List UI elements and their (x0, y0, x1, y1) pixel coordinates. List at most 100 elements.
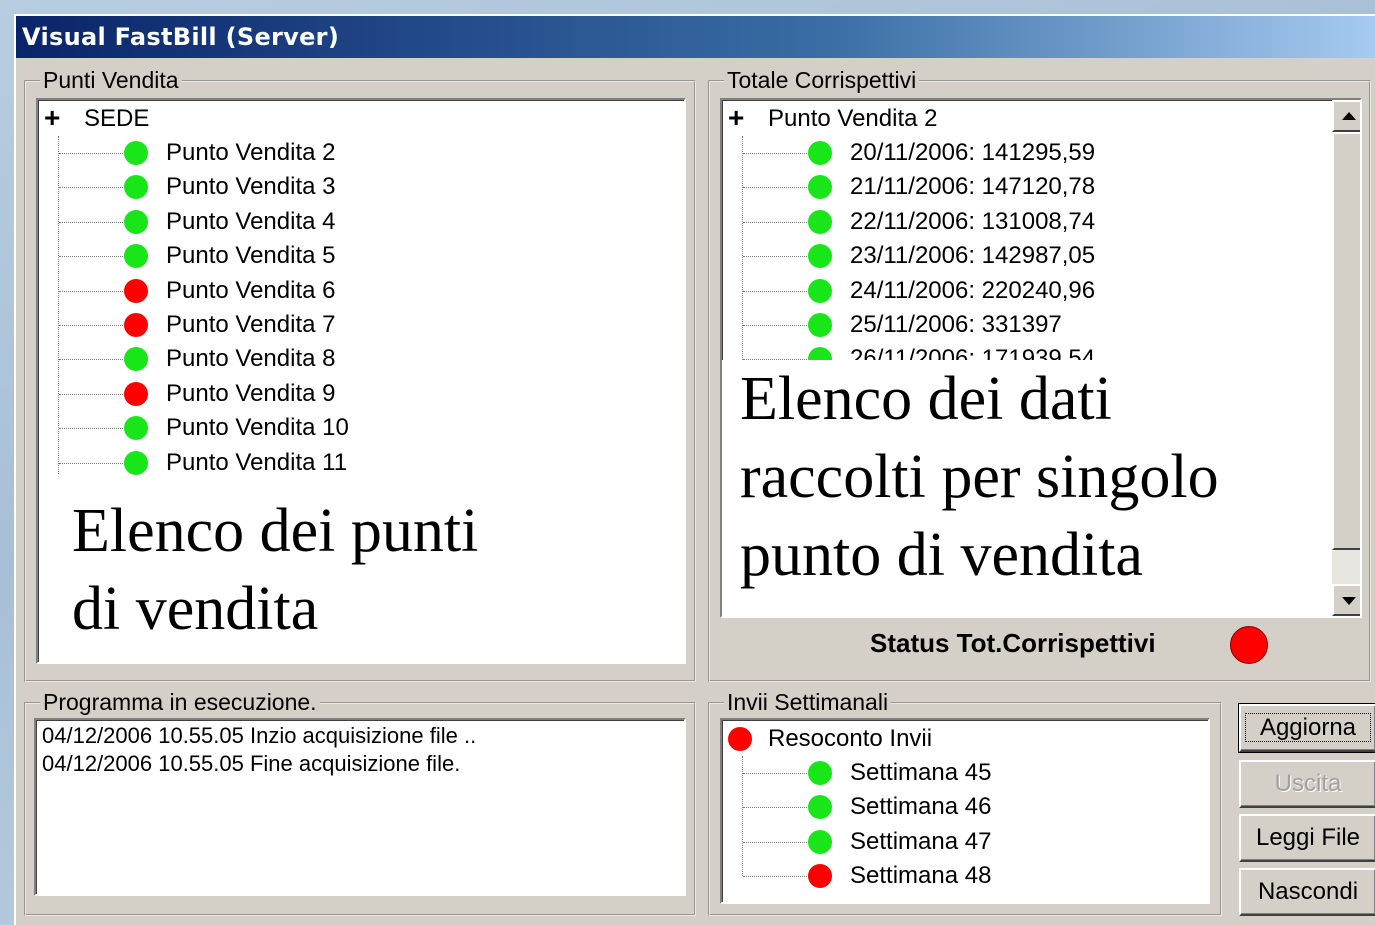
corrispettivo-label: 22/11/2006: 131008,74 (850, 207, 1096, 235)
punti-vendita-legend: Punti Vendita (40, 66, 182, 94)
punto-vendita-label: Punto Vendita 2 (166, 139, 336, 166)
punto-vendita-label: Punto Vendita 11 (166, 448, 348, 476)
settimana-label: Settimana 45 (850, 759, 992, 786)
tree-connector (743, 290, 807, 292)
nascondi-label: Nascondi (1257, 878, 1359, 905)
status-dot-icon (808, 313, 832, 337)
status-dot-icon (808, 761, 832, 785)
tree-root-label: SEDE (84, 105, 150, 132)
scroll-up-button[interactable] (1332, 100, 1360, 132)
caption-line: punto di vendita (740, 521, 1143, 589)
aggiorna-label: Aggiorna (1244, 713, 1372, 742)
corrispettivo-label: 23/11/2006: 142987,05 (850, 242, 1096, 270)
tree-connector (59, 393, 123, 395)
status-dot-icon (808, 795, 832, 820)
scroll-thumb[interactable] (1332, 132, 1360, 550)
status-dot-icon (124, 141, 148, 165)
tree-connector (743, 325, 807, 326)
programma-group: Programma in esecuzione. 04/12/2006 10.5… (24, 688, 696, 916)
tree-connector (59, 428, 123, 430)
totale-caption: Elenco dei dati raccolti per singolo pun… (722, 360, 1330, 616)
totale-corrispettivi-group: Totale Corrispettivi + Punto Vendita 2 2… (708, 66, 1371, 682)
log-line: 04/12/2006 10.55.05 Inzio acquisizione f… (42, 723, 477, 748)
tree-connector (59, 290, 123, 292)
status-dot-icon (808, 278, 832, 303)
totale-corrispettivi-legend: Totale Corrispettivi (724, 66, 920, 94)
punto-vendita-label: Punto Vendita 3 (166, 173, 336, 201)
tree-connector (59, 325, 123, 326)
tree-connector (59, 153, 123, 154)
uscita-button[interactable]: Uscita (1239, 760, 1375, 808)
tree-root-label: Resoconto Invii (768, 725, 933, 752)
status-dot-icon (124, 278, 148, 303)
tree-connector (743, 807, 807, 809)
status-dot-icon (124, 313, 148, 337)
punti-vendita-group: Punti Vendita + SEDE Punto Vendita 2 Punt… (24, 66, 696, 682)
invii-settimanali-group: Invii Settimanali Resoconto Invii Settim… (708, 688, 1222, 916)
status-dot-icon (808, 864, 832, 889)
punti-vendita-caption: Elenco dei punti di vendita (72, 492, 479, 648)
status-dot-icon (124, 381, 148, 406)
punto-vendita-label: Punto Vendita 7 (166, 311, 336, 338)
punto-vendita-label: Punto Vendita 4 (166, 207, 336, 235)
corrispettivo-label: 21/11/2006: 147120,78 (850, 173, 1096, 201)
scroll-down-button[interactable] (1332, 584, 1360, 616)
status-dot-icon (808, 209, 832, 234)
main-window: Visual FastBill (Server) Punti Vendita +… (14, 14, 1375, 925)
status-tot-corrispettivi-label: Status Tot.Corrispettivi (870, 628, 1156, 658)
settimana-label: Settimana 46 (850, 793, 992, 821)
invii-tree[interactable]: Resoconto Invii Settimana 45 Settimana 46… (720, 718, 1210, 904)
caption-line: raccolti per singolo (740, 443, 1219, 511)
arrow-down-icon (1342, 597, 1356, 605)
status-dot-icon (728, 727, 752, 751)
tree-connector (743, 187, 807, 189)
tree-connector (59, 256, 123, 258)
tree-connector (742, 756, 743, 876)
corrispettivo-label: 20/11/2006: 141295,59 (850, 139, 1096, 166)
log-textarea[interactable]: 04/12/2006 10.55.05 Inzio acquisizione f… (34, 718, 686, 896)
expand-plus-icon[interactable]: + (44, 102, 60, 134)
corrispettivo-label: 24/11/2006: 220240,96 (850, 276, 1096, 304)
totale-corrispettivi-tree[interactable]: + Punto Vendita 2 20/11/2006: 141295,59 2… (720, 98, 1362, 618)
status-dot-icon (124, 416, 148, 441)
punto-vendita-label: Punto Vendita 6 (166, 276, 336, 304)
status-dot-icon (124, 244, 148, 269)
corrispettivo-label: 25/11/2006: 331397 (850, 311, 1062, 338)
tree-connector (59, 187, 123, 189)
tree-connector (742, 136, 743, 366)
tree-connector (743, 256, 807, 258)
aggiorna-button[interactable]: Aggiorna (1238, 703, 1375, 753)
status-dot-icon (124, 450, 148, 475)
tree-connector (59, 221, 123, 223)
vertical-scrollbar[interactable] (1332, 100, 1360, 616)
tree-connector (743, 773, 807, 774)
punto-vendita-label: Punto Vendita 10 (166, 414, 349, 442)
tree-root-label: Punto Vendita 2 (768, 105, 938, 132)
tree-connector (59, 462, 123, 464)
status-dot-icon (124, 209, 148, 234)
caption-line: Elenco dei dati (740, 365, 1112, 433)
window-title: Visual FastBill (Server) (16, 16, 1375, 58)
invii-settimanali-legend: Invii Settimanali (724, 688, 892, 716)
status-dot-icon (808, 175, 832, 200)
punto-vendita-label: Punto Vendita 9 (166, 379, 336, 407)
status-dot-icon (808, 829, 832, 854)
status-dot-icon (808, 244, 832, 269)
tree-connector (743, 841, 807, 843)
status-dot-icon (124, 175, 148, 200)
status-indicator-icon (1230, 626, 1268, 664)
caption-line: Elenco dei punti (72, 497, 479, 565)
punto-vendita-label: Punto Vendita 5 (166, 242, 336, 270)
punti-vendita-tree[interactable]: + SEDE Punto Vendita 2 Punto Vendita 3 Pun… (36, 98, 686, 664)
caption-line: di vendita (72, 575, 319, 643)
expand-plus-icon[interactable]: + (728, 102, 744, 134)
uscita-label: Uscita (1274, 770, 1342, 797)
leggi-file-label: Leggi File (1255, 824, 1361, 851)
leggi-file-button[interactable]: Leggi File (1239, 814, 1375, 862)
tree-connector (743, 153, 807, 154)
tree-connector (59, 359, 123, 361)
status-dot-icon (808, 141, 832, 165)
arrow-up-icon (1342, 112, 1356, 120)
programma-legend: Programma in esecuzione. (40, 688, 320, 716)
nascondi-button[interactable]: Nascondi (1239, 868, 1375, 916)
